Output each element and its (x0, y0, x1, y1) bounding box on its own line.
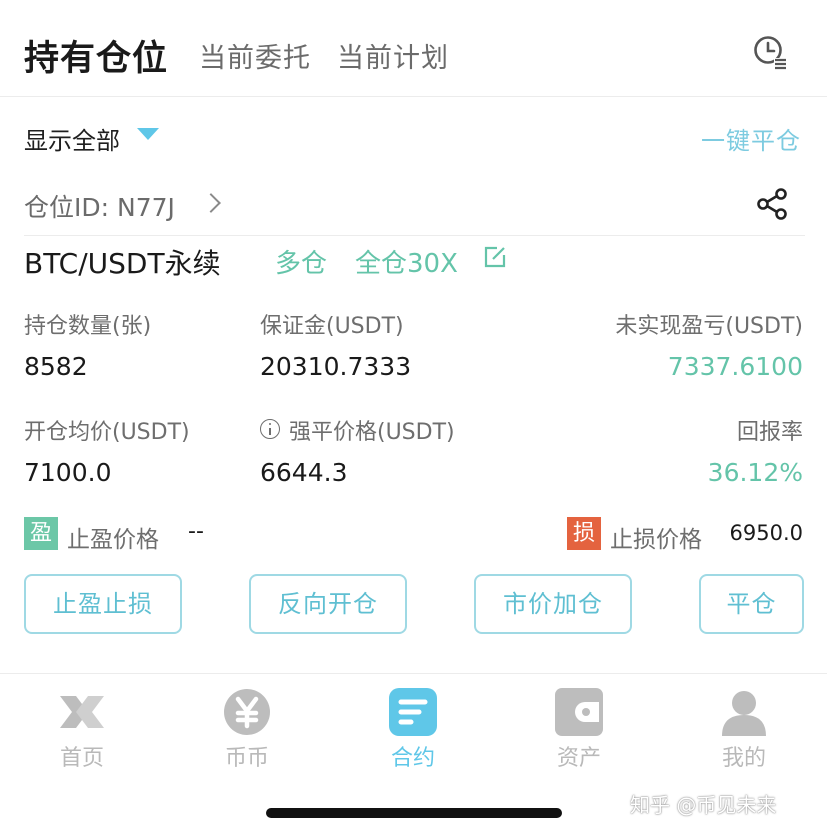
roe-label: 回报率 (736, 420, 803, 445)
edit-icon[interactable] (483, 245, 507, 269)
nav-mine-label[interactable]: 我的 (694, 740, 794, 772)
tab-holdings[interactable]: 持有仓位 (24, 30, 168, 81)
take-profit-badge: 盈 (24, 517, 58, 550)
position-side-badge: 多仓 (275, 249, 328, 279)
tab-plan-orders[interactable]: 当前计划 (337, 36, 449, 75)
watermark: 知乎 @币见未来 (630, 793, 777, 817)
nav-assets-label[interactable]: 资产 (529, 740, 629, 772)
unrealized-pnl-value: 7337.6100 (667, 352, 803, 381)
share-icon[interactable] (755, 186, 791, 222)
position-tabs: 持有仓位 当前委托 当前计划 (0, 0, 827, 97)
nav-contract-label[interactable]: 合约 (363, 740, 463, 772)
stop-loss-label: 止损价格 (610, 527, 702, 553)
tp-sl-button[interactable]: 止盈止损 (24, 574, 182, 634)
reverse-open-button[interactable]: 反向开仓 (249, 574, 407, 634)
nav-home-label[interactable]: 首页 (32, 740, 132, 772)
stop-loss-badge: 损 (567, 517, 601, 550)
liquidation-price-value: 6644.3 (260, 458, 348, 487)
yen-coin-icon[interactable] (223, 688, 271, 736)
close-position-button[interactable]: 平仓 (699, 574, 804, 634)
entry-price-value: 7100.0 (24, 458, 112, 487)
chevron-right-icon[interactable] (201, 193, 221, 213)
logo-x-icon[interactable] (58, 688, 106, 736)
take-profit-value: -- (188, 519, 204, 544)
market-add-button[interactable]: 市价加仓 (474, 574, 632, 634)
liquidation-price-label: 强平价格(USDT) (289, 420, 455, 445)
filter-dropdown[interactable]: 显示全部 (24, 121, 120, 156)
tab-open-orders[interactable]: 当前委托 (199, 36, 311, 75)
margin-mode-leverage[interactable]: 全仓30X (355, 243, 458, 280)
margin-label: 保证金(USDT) (260, 314, 404, 339)
margin-value: 20310.7333 (260, 352, 412, 381)
user-icon[interactable] (720, 688, 768, 736)
home-indicator[interactable] (266, 808, 562, 818)
stop-loss-value: 6950.0 (729, 521, 803, 545)
wallet-icon[interactable] (555, 688, 603, 736)
position-id[interactable]: 仓位ID: N77J (24, 188, 175, 224)
roe-value: 36.12% (707, 458, 803, 487)
position-qty-label: 持仓数量(张) (24, 314, 152, 339)
take-profit-label: 止盈价格 (67, 527, 159, 553)
history-icon[interactable] (752, 34, 788, 70)
info-icon[interactable] (260, 419, 280, 439)
unrealized-pnl-label: 未实现盈亏(USDT) (615, 314, 803, 339)
position-qty-value: 8582 (24, 352, 88, 381)
nav-spot-label[interactable]: 币币 (197, 740, 297, 772)
caret-down-icon[interactable] (137, 128, 159, 140)
close-all-button[interactable]: 一键平仓 (701, 121, 801, 156)
divider (24, 235, 805, 236)
contract-icon[interactable] (389, 688, 437, 736)
entry-price-label: 开仓均价(USDT) (24, 420, 190, 445)
contract-name: BTC/USDT永续 (24, 247, 221, 280)
